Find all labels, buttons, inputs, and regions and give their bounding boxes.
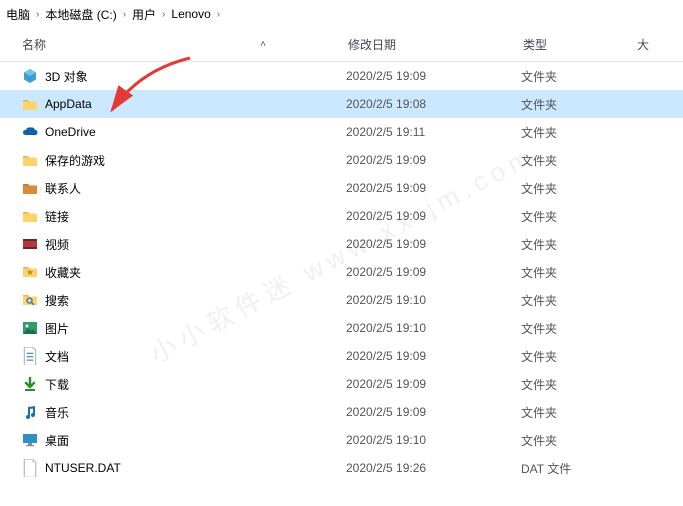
list-item[interactable]: 桌面 2020/2/5 19:10文件夹 [0, 426, 683, 454]
list-item[interactable]: 文档 2020/2/5 19:09文件夹 [0, 342, 683, 370]
crumb-3[interactable]: Lenovo [169, 7, 212, 21]
crumb-0[interactable]: 电脑 [4, 6, 32, 23]
item-type: 文件夹 [521, 292, 631, 309]
item-name: AppData [45, 97, 92, 111]
chevron-right-icon: › [158, 9, 169, 20]
column-size[interactable]: 大 [631, 36, 683, 53]
item-date: 2020/2/5 19:09 [346, 181, 521, 195]
down-icon [22, 376, 38, 392]
item-date: 2020/2/5 19:09 [346, 209, 521, 223]
onedrive-icon [22, 124, 38, 140]
folder-icon [22, 96, 38, 112]
item-type: DAT 文件 [521, 460, 631, 477]
item-type: 文件夹 [521, 152, 631, 169]
list-item[interactable]: 下载 2020/2/5 19:09文件夹 [0, 370, 683, 398]
item-type: 文件夹 [521, 376, 631, 393]
item-date: 2020/2/5 19:09 [346, 237, 521, 251]
search-icon [22, 292, 38, 308]
item-name: OneDrive [45, 125, 96, 139]
breadcrumb: 电脑 › 本地磁盘 (C:) › 用户 › Lenovo › [0, 0, 683, 28]
list-item[interactable]: 3D 对象 2020/2/5 19:09文件夹 [0, 62, 683, 90]
list-item[interactable]: 保存的游戏 2020/2/5 19:09文件夹 [0, 146, 683, 174]
list-item[interactable]: 链接 2020/2/5 19:09文件夹 [0, 202, 683, 230]
chevron-right-icon: › [119, 9, 130, 20]
item-date: 2020/2/5 19:08 [346, 97, 521, 111]
item-type: 文件夹 [521, 96, 631, 113]
item-date: 2020/2/5 19:26 [346, 461, 521, 475]
item-name: 链接 [45, 208, 69, 225]
item-name: 联系人 [45, 180, 81, 197]
sort-indicator-icon: ˄ [260, 39, 266, 50]
item-date: 2020/2/5 19:10 [346, 433, 521, 447]
column-date[interactable]: 修改日期 [346, 36, 521, 53]
chevron-right-icon: › [32, 9, 43, 20]
item-date: 2020/2/5 19:09 [346, 405, 521, 419]
item-name: 搜索 [45, 292, 69, 309]
item-date: 2020/2/5 19:09 [346, 153, 521, 167]
item-type: 文件夹 [521, 236, 631, 253]
item-date: 2020/2/5 19:10 [346, 293, 521, 307]
item-name: 下载 [45, 376, 69, 393]
item-type: 文件夹 [521, 348, 631, 365]
item-date: 2020/2/5 19:09 [346, 69, 521, 83]
item-name: 收藏夹 [45, 264, 81, 281]
item-name: 视频 [45, 236, 69, 253]
file-icon [22, 460, 38, 476]
list-item[interactable]: 视频 2020/2/5 19:09文件夹 [0, 230, 683, 258]
item-name: 3D 对象 [45, 68, 88, 85]
item-type: 文件夹 [521, 320, 631, 337]
item-type: 文件夹 [521, 208, 631, 225]
fav-icon [22, 264, 38, 280]
item-type: 文件夹 [521, 180, 631, 197]
column-name-label: 名称 [22, 36, 46, 53]
contacts-icon [22, 180, 38, 196]
item-name: 音乐 [45, 404, 69, 421]
list-item[interactable]: AppData 2020/2/5 19:08文件夹 [0, 90, 683, 118]
list-item[interactable]: NTUSER.DAT 2020/2/5 19:26DAT 文件 [0, 454, 683, 482]
crumb-1[interactable]: 本地磁盘 (C:) [43, 6, 118, 23]
column-name[interactable]: 名称 ˄ [0, 36, 346, 53]
item-name: 文档 [45, 348, 69, 365]
item-type: 文件夹 [521, 68, 631, 85]
item-type: 文件夹 [521, 432, 631, 449]
item-name: 桌面 [45, 432, 69, 449]
item-date: 2020/2/5 19:09 [346, 265, 521, 279]
file-list: 3D 对象2020/2/5 19:09文件夹AppData2020/2/5 19… [0, 62, 683, 482]
music-icon [22, 404, 38, 420]
list-item[interactable]: 图片 2020/2/5 19:10文件夹 [0, 314, 683, 342]
item-date: 2020/2/5 19:09 [346, 377, 521, 391]
column-header: 名称 ˄ 修改日期 类型 大 [0, 28, 683, 62]
item-date: 2020/2/5 19:09 [346, 349, 521, 363]
item-date: 2020/2/5 19:10 [346, 321, 521, 335]
videos-icon [22, 236, 38, 252]
3d-icon [22, 68, 38, 84]
column-type[interactable]: 类型 [521, 36, 631, 53]
crumb-2[interactable]: 用户 [130, 6, 158, 23]
chevron-right-icon: › [213, 9, 224, 20]
item-type: 文件夹 [521, 264, 631, 281]
item-name: 图片 [45, 320, 69, 337]
games-icon [22, 152, 38, 168]
item-date: 2020/2/5 19:11 [346, 125, 521, 139]
desktop-icon [22, 432, 38, 448]
item-name: NTUSER.DAT [45, 461, 121, 475]
list-item[interactable]: 联系人 2020/2/5 19:09文件夹 [0, 174, 683, 202]
item-type: 文件夹 [521, 404, 631, 421]
item-name: 保存的游戏 [45, 152, 105, 169]
list-item[interactable]: OneDrive 2020/2/5 19:11文件夹 [0, 118, 683, 146]
pictures-icon [22, 320, 38, 336]
item-type: 文件夹 [521, 124, 631, 141]
list-item[interactable]: 搜索 2020/2/5 19:10文件夹 [0, 286, 683, 314]
list-item[interactable]: 音乐 2020/2/5 19:09文件夹 [0, 398, 683, 426]
list-item[interactable]: 收藏夹 2020/2/5 19:09文件夹 [0, 258, 683, 286]
links-icon [22, 208, 38, 224]
docs-icon [22, 348, 38, 364]
